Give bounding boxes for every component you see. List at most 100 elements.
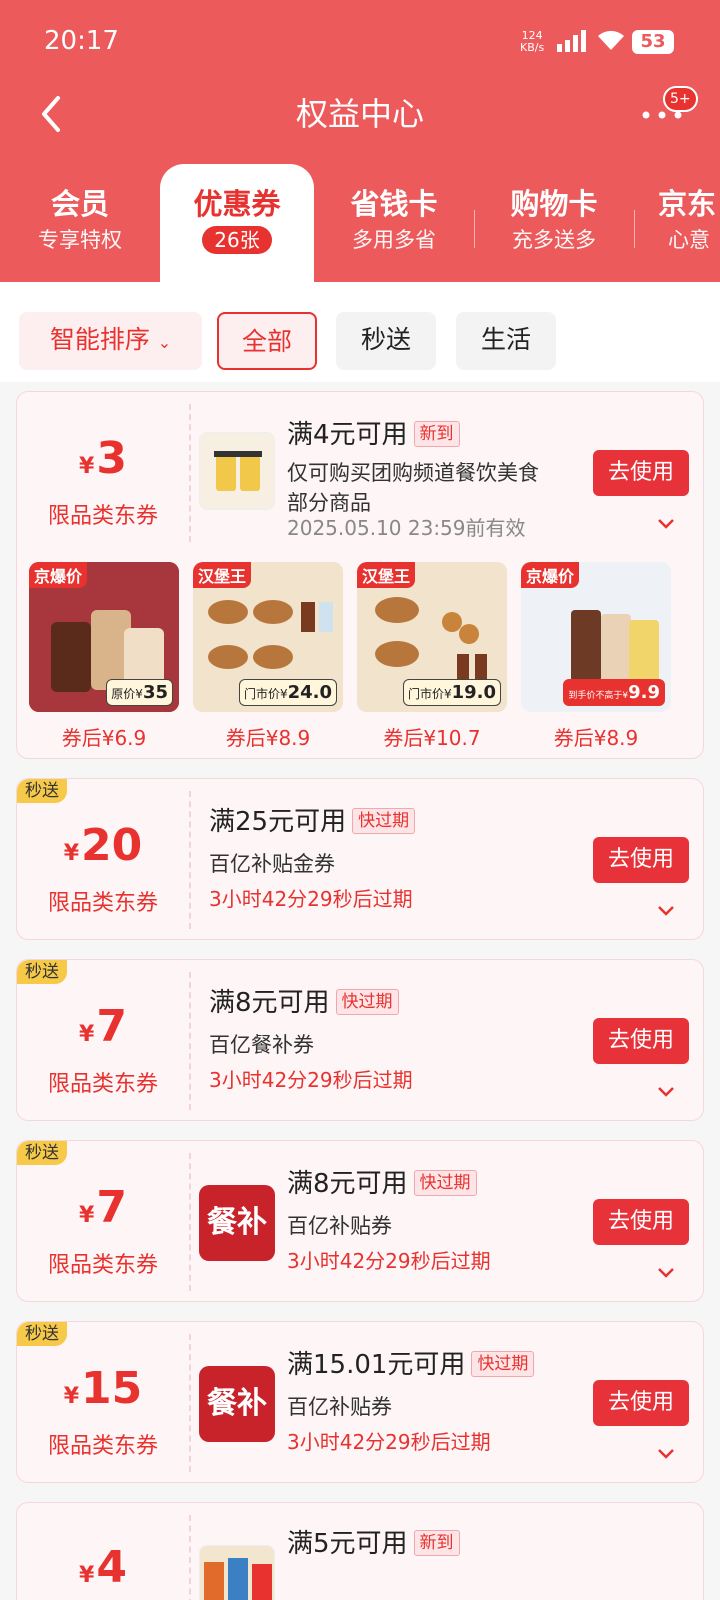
header: 20:17 124 KB/s 53 权益中心 5+ 会员 专享特权 优惠券 26… [0,0,720,282]
coupon-desc: 百亿补贴券 [287,1395,392,1419]
coupon-thumbnail [199,432,275,510]
expiring-tag: 快过期 [352,808,416,834]
coupon-amount-value: 7 [96,1001,127,1052]
filter-bar: 智能排序 ⌄ 全部 秒送 生活 [0,282,720,382]
expiring-tag: 快过期 [335,989,399,1015]
tab-shopping-card-sub: 充多送多 [512,228,596,252]
coupon-value: ¥7 限品类东券 [17,1141,189,1301]
tab-saving-card-sub: 多用多省 [352,228,436,252]
tab-jd-sub: 心意 [668,228,710,252]
tab-member[interactable]: 会员 专享特权 [0,164,160,282]
coupon-title: 满25元可用 快过期 [209,805,416,839]
chevron-down-icon[interactable] [657,1086,675,1098]
coupon-scope: 限品类东券 [47,891,158,916]
coupon-card: ¥3 限品类东券 满4元可用 新到 仅可购买团购频道餐饮美食 部分商品 2025.… [16,391,704,759]
coupon-value: ¥15 限品类东券 [17,1322,189,1482]
coupon-divider [189,1334,191,1472]
product-card[interactable]: 汉堡王 门市价¥19.0 [357,562,507,712]
coupon-amount: ¥7 [17,1002,189,1060]
chevron-down-icon[interactable] [657,1267,675,1279]
price-label: 到手价不高于¥ [568,691,629,701]
coupon-title: 满8元可用 快过期 [209,986,399,1020]
use-coupon-button[interactable]: 去使用 [593,1380,689,1426]
coupon-amount: ¥4 [17,1543,189,1600]
coupon-desc: 仅可购买团购频道餐饮美食 部分商品 [287,458,539,518]
coupon-scope: 限品类东券 [47,504,158,529]
yen-symbol: ¥ [63,1384,80,1409]
coupon-value: ¥3 限品类东券 [17,392,189,552]
wifi-icon [598,30,624,50]
tab-coupons-title: 优惠券 [193,187,281,221]
yen-symbol: ¥ [79,454,95,479]
product-card[interactable]: 汉堡王 门市价¥24.0 [193,562,343,712]
coupon-desc: 百亿补贴金券 [209,852,335,876]
coupon-value: ¥20 限品类东券 [17,779,189,939]
coupon-expiry: 3小时42分29秒后过期 [287,1430,491,1454]
tab-member-title: 会员 [50,187,109,221]
product-coupon-price: 券后¥6.9 [61,726,147,750]
sort-dropdown[interactable]: 智能排序 ⌄ [19,312,202,370]
chevron-down-icon[interactable] [657,518,675,530]
coupon-amount-value: 20 [81,820,143,871]
coupon-scope: 限品类东券 [47,1253,158,1278]
expiring-tag: 快过期 [471,1351,535,1377]
drink-image [200,433,274,509]
coupon-divider [189,1515,191,1600]
filter-life[interactable]: 生活 [456,312,556,370]
expiring-tag: 快过期 [413,1170,477,1196]
product-badge: 京爆价 [29,562,88,588]
use-coupon-button[interactable]: 去使用 [593,837,689,883]
product-badge: 汉堡王 [357,562,416,588]
coupon-card: 秒送 ¥15 限品类东券 餐补 满15.01元可用 快过期 百亿补贴券 3小时42… [16,1321,704,1483]
coupon-threshold: 满8元可用 [209,988,330,1018]
coupon-threshold: 满8元可用 [287,1169,408,1199]
network-speed: 124 KB/s [520,30,544,54]
tab-coupons[interactable]: 优惠券 26张 [160,164,314,282]
filter-all[interactable]: 全部 [217,312,317,370]
price-label: 门市价¥ [407,687,452,701]
coupon-title: 满8元可用 快过期 [287,1167,477,1201]
battery-icon: 53 [632,30,674,54]
filter-speed[interactable]: 秒送 [336,312,436,370]
yen-symbol: ¥ [79,1203,95,1228]
coupon-threshold: 满25元可用 [209,807,347,837]
use-coupon-button[interactable]: 去使用 [593,450,689,496]
coupon-expiry: 2025.05.10 23:59前有效 [287,516,526,540]
new-tag: 新到 [413,421,460,447]
coupon-threshold: 满5元可用 [287,1529,408,1559]
tab-jd[interactable]: 京东 心意 [640,164,720,282]
yen-symbol: ¥ [79,1563,95,1588]
product-card[interactable]: 京爆价 原价¥35 [29,562,179,712]
product-original-price: 门市价¥24.0 [238,679,337,706]
tab-saving-card-title: 省钱卡 [350,187,438,221]
price-label: 门市价¥ [243,687,288,701]
tab-shopping-card[interactable]: 购物卡 充多送多 [474,164,634,282]
coupon-expiry: 3小时42分29秒后过期 [209,1068,413,1092]
use-coupon-button[interactable]: 去使用 [593,1199,689,1245]
message-badge: 5+ [663,86,698,112]
chevron-down-icon[interactable] [657,905,675,917]
coupon-threshold: 满4元可用 [287,420,408,450]
coupon-card: 秒送 ¥7 限品类东券 餐补 满8元可用 快过期 百亿补贴券 3小时42分29秒后… [16,1140,704,1302]
coupon-title: 满15.01元可用 快过期 [287,1348,535,1382]
coupon-amount: ¥7 [17,1183,189,1241]
use-coupon-button[interactable]: 去使用 [593,1018,689,1064]
price-label: 原价¥ [111,687,143,701]
coupon-card: ¥4 满5元可用 新到 [16,1502,704,1600]
product-coupon-price: 券后¥8.9 [225,726,311,750]
sort-label: 智能排序 [49,325,150,354]
price-value: 24.0 [287,682,332,703]
coupon-value: ¥4 [17,1503,189,1600]
tab-divider [634,210,635,248]
product-badge: 京爆价 [521,562,580,588]
coupon-amount: ¥20 [17,821,189,879]
chevron-down-icon[interactable] [657,1448,675,1460]
coupon-divider [189,791,191,929]
coupon-desc-line1: 仅可购买团购频道餐饮美食 [287,461,539,485]
price-value: 19.0 [451,682,496,703]
coupon-card: 秒送 ¥7 限品类东券 满8元可用 快过期 百亿餐补券 3小时42分29秒后过期 … [16,959,704,1121]
tab-saving-card[interactable]: 省钱卡 多用多省 [314,164,474,282]
product-card[interactable]: 京爆价 到手价不高于¥9.9 [521,562,671,712]
coupon-desc: 百亿餐补券 [209,1033,314,1057]
coupon-expiry: 3小时42分29秒后过期 [209,887,413,911]
